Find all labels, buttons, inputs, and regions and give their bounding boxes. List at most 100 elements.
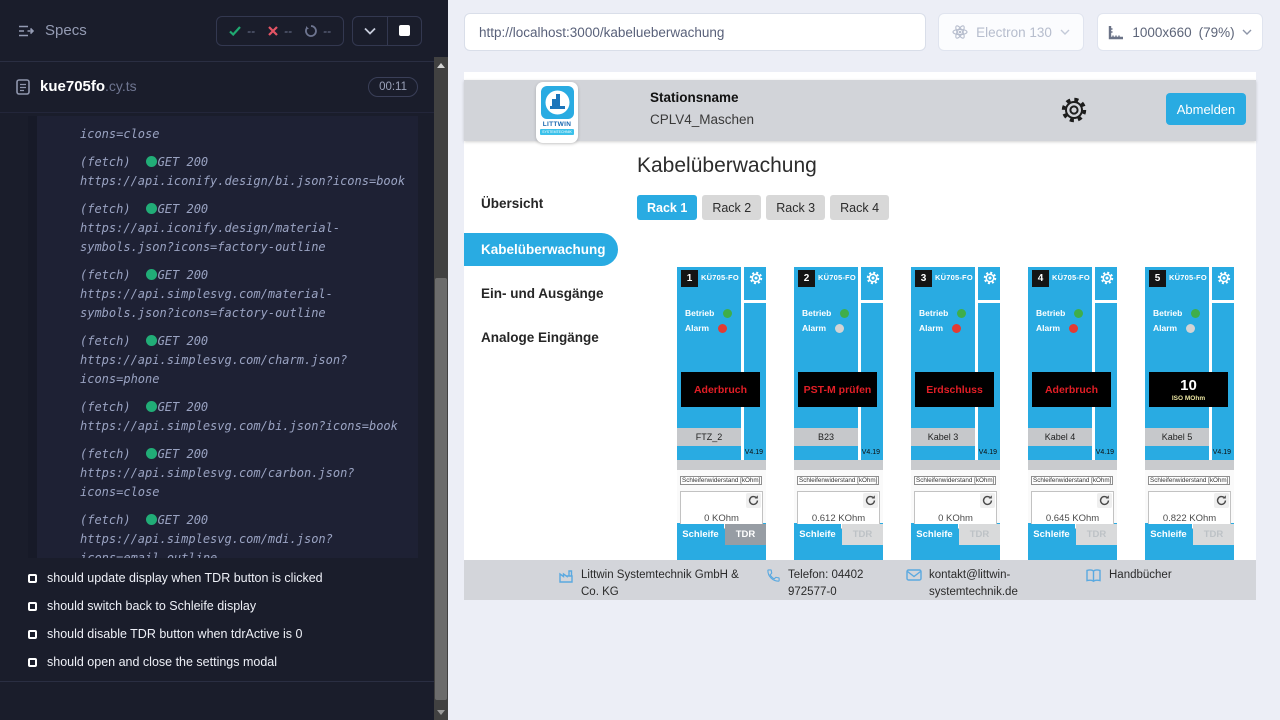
company-logo: LITTWIN SYSTEMTECHNIK [536, 82, 578, 143]
request-url: https://api.simplesvg.com/mdi.json?icons… [80, 530, 408, 558]
network-log-entry[interactable]: (fetch)GET 200 https://api.simplesvg.com… [80, 445, 408, 502]
divider [677, 460, 766, 470]
tab-rack-3[interactable]: Rack 3 [766, 195, 825, 220]
firmware-version: V4.19 [745, 449, 763, 456]
tdr-button[interactable]: TDR [1076, 524, 1117, 545]
specs-menu-icon[interactable] [18, 24, 34, 38]
logo-icon [541, 86, 574, 119]
footer-email[interactable]: kontakt@littwin-systemtechnik.de [906, 567, 1039, 602]
device-model: KÜ705-FO [1052, 273, 1090, 282]
viewport-size: 1000x660 [1132, 25, 1191, 40]
status-ok-dot-icon [146, 269, 157, 280]
log-continuation[interactable]: icons=close [80, 125, 408, 144]
device-model: KÜ705-FO [818, 273, 856, 282]
cable-name: Kabel 5 [1145, 428, 1209, 446]
cable-name: Kabel 4 [1028, 428, 1092, 446]
device-settings-gear-icon[interactable] [866, 271, 880, 290]
betrieb-status: Betrieb [919, 308, 966, 318]
scrollbar-thumb[interactable] [435, 278, 447, 700]
status-display: Aderbruch [1032, 372, 1111, 407]
measurement-value: 0 KOhm [915, 513, 996, 524]
betrieb-status: Betrieb [685, 308, 732, 318]
logout-button[interactable]: Abmelden [1166, 93, 1246, 125]
tab-rack-4[interactable]: Rack 4 [830, 195, 889, 220]
device-settings-gear-icon[interactable] [1217, 271, 1231, 290]
refresh-icon[interactable] [1097, 493, 1112, 508]
firmware-version: V4.19 [979, 449, 997, 456]
tdr-button[interactable]: TDR [725, 524, 766, 545]
test-item[interactable]: should open and close the settings modal [0, 648, 434, 676]
betrieb-status: Betrieb [1036, 308, 1083, 318]
spec-name: kue705fo [40, 78, 105, 95]
station-name: CPLV4_Maschen [650, 112, 754, 127]
spec-row[interactable]: kue705fo.cy.ts 00:11 [0, 62, 434, 113]
refresh-icon[interactable] [980, 493, 995, 508]
tab-rack-1[interactable]: Rack 1 [637, 195, 697, 220]
schleife-button[interactable]: Schleife [911, 524, 958, 545]
tdr-button[interactable]: TDR [1193, 524, 1234, 545]
reporter-controls: -- -- -- [216, 16, 422, 46]
sidebar-item-ein-und-ausgaenge[interactable]: Ein- und Ausgänge [481, 286, 604, 301]
screen: Specs -- -- -- [0, 0, 1280, 720]
device-settings-gear-icon[interactable] [983, 271, 997, 290]
refresh-icon[interactable] [746, 493, 761, 508]
device-settings-gear-icon[interactable] [1100, 271, 1114, 290]
station-label: Stationsname [650, 90, 754, 105]
specs-title: Specs [18, 22, 87, 39]
tdr-button[interactable]: TDR [959, 524, 1000, 545]
alarm-status: Alarm [1153, 323, 1195, 333]
sidebar-item-kabelueberwachung[interactable]: Kabelüberwachung [464, 233, 618, 266]
device-model: KÜ705-FO [1169, 273, 1207, 282]
device-card-5: 5 KÜ705-FO Betrieb Alarm 10 ISO MOhm Kab… [1145, 267, 1234, 567]
schleife-button[interactable]: Schleife [1028, 524, 1075, 545]
measurement-label: Schleifenwiderstand [kOhm] [680, 476, 762, 485]
test-item[interactable]: should disable TDR button when tdrActive… [0, 620, 434, 648]
device-model: KÜ705-FO [935, 273, 973, 282]
sidebar-item-analoge-eingaenge[interactable]: Analoge Eingänge [481, 330, 599, 345]
sidebar-item-uebersicht[interactable]: Übersicht [481, 196, 543, 211]
mode-buttons: Schleife TDR [794, 524, 883, 545]
status-display: PST-M prüfen [798, 372, 877, 407]
divider [1092, 267, 1095, 460]
stop-run-button[interactable] [387, 17, 421, 45]
network-log-entry[interactable]: (fetch)GET 200 https://api.simplesvg.com… [80, 398, 408, 436]
divider [741, 267, 744, 460]
test-item[interactable]: should update display when TDR button is… [0, 564, 434, 592]
viewport-select[interactable]: 1000x660 (79%) [1097, 13, 1263, 51]
network-log-entry[interactable]: (fetch)GET 200 https://api.simplesvg.com… [80, 511, 408, 558]
firmware-version: V4.19 [862, 449, 880, 456]
network-log-entry[interactable]: (fetch)GET 200 https://api.iconify.desig… [80, 200, 408, 257]
cable-name: B23 [794, 428, 858, 446]
footer-manuals[interactable]: Handbücher [1085, 567, 1172, 584]
schleife-button[interactable]: Schleife [794, 524, 841, 545]
collapse-all-button[interactable] [353, 17, 387, 45]
url-bar[interactable]: http://localhost:3000/kabelueberwachung [464, 13, 926, 51]
scroll-down-arrow-icon[interactable] [437, 710, 445, 715]
url-text: http://localhost:3000/kabelueberwachung [479, 25, 724, 40]
alarm-status: Alarm [802, 323, 844, 333]
refresh-icon[interactable] [863, 493, 878, 508]
test-pending-icon [28, 658, 37, 667]
scrollbar-track[interactable] [434, 57, 448, 720]
pending-icon [305, 25, 317, 37]
request-url: https://api.iconify.design/material-symb… [80, 219, 408, 257]
settings-gear-icon[interactable] [1060, 96, 1088, 129]
schleife-button[interactable]: Schleife [677, 524, 724, 545]
network-log-entry[interactable]: (fetch)GET 200 https://api.simplesvg.com… [80, 332, 408, 389]
betrieb-led-icon [1191, 309, 1200, 318]
factory-icon [558, 568, 574, 584]
network-log-entry[interactable]: (fetch)GET 200 https://api.iconify.desig… [80, 153, 408, 191]
refresh-icon[interactable] [1214, 493, 1229, 508]
browser-select[interactable]: Electron 130 [938, 13, 1084, 51]
schleife-button[interactable]: Schleife [1145, 524, 1192, 545]
cable-name: FTZ_2 [677, 428, 741, 446]
tab-rack-2[interactable]: Rack 2 [702, 195, 761, 220]
scroll-up-arrow-icon[interactable] [437, 63, 445, 68]
network-log-entry[interactable]: (fetch)GET 200 https://api.simplesvg.com… [80, 266, 408, 323]
tdr-button[interactable]: TDR [842, 524, 883, 545]
reporter-scrollbar[interactable] [434, 0, 448, 720]
device-settings-gear-icon[interactable] [749, 271, 763, 290]
test-item[interactable]: should switch back to Schleife display [0, 592, 434, 620]
firmware-version: V4.19 [1096, 449, 1114, 456]
alarm-status: Alarm [1036, 323, 1078, 333]
